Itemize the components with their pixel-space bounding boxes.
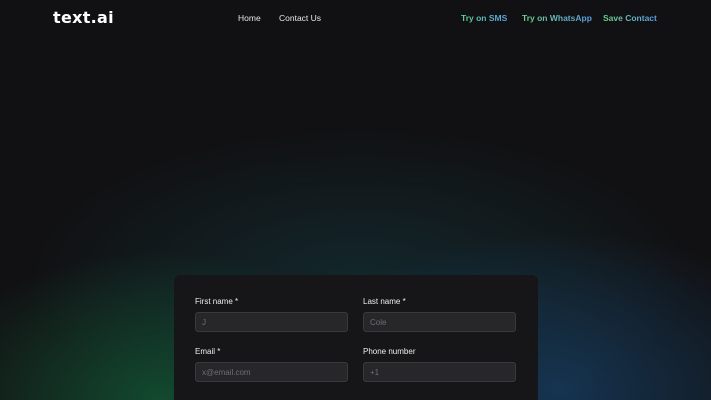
try-whatsapp-link[interactable]: Try on WhatsApp <box>522 13 592 23</box>
last-name-label: Last name * <box>363 297 406 306</box>
nav-link-contact[interactable]: Contact Us <box>279 13 321 23</box>
email-input[interactable] <box>195 362 348 382</box>
phone-label: Phone number <box>363 347 416 356</box>
phone-input[interactable] <box>363 362 516 382</box>
first-name-label: First name * <box>195 297 239 306</box>
email-label: Email * <box>195 347 221 356</box>
contact-form: First name * Last name * Email * Phone n… <box>174 275 538 400</box>
page: text.ai Home Contact Us Try on SMS Try o… <box>0 0 711 400</box>
nav-link-home[interactable]: Home <box>238 13 261 23</box>
try-sms-link[interactable]: Try on SMS <box>461 13 507 23</box>
save-contact-link[interactable]: Save Contact <box>603 13 657 23</box>
top-navigation: text.ai Home Contact Us Try on SMS Try o… <box>0 0 711 36</box>
first-name-input[interactable] <box>195 312 348 332</box>
logo[interactable]: text.ai <box>53 8 114 27</box>
last-name-input[interactable] <box>363 312 516 332</box>
